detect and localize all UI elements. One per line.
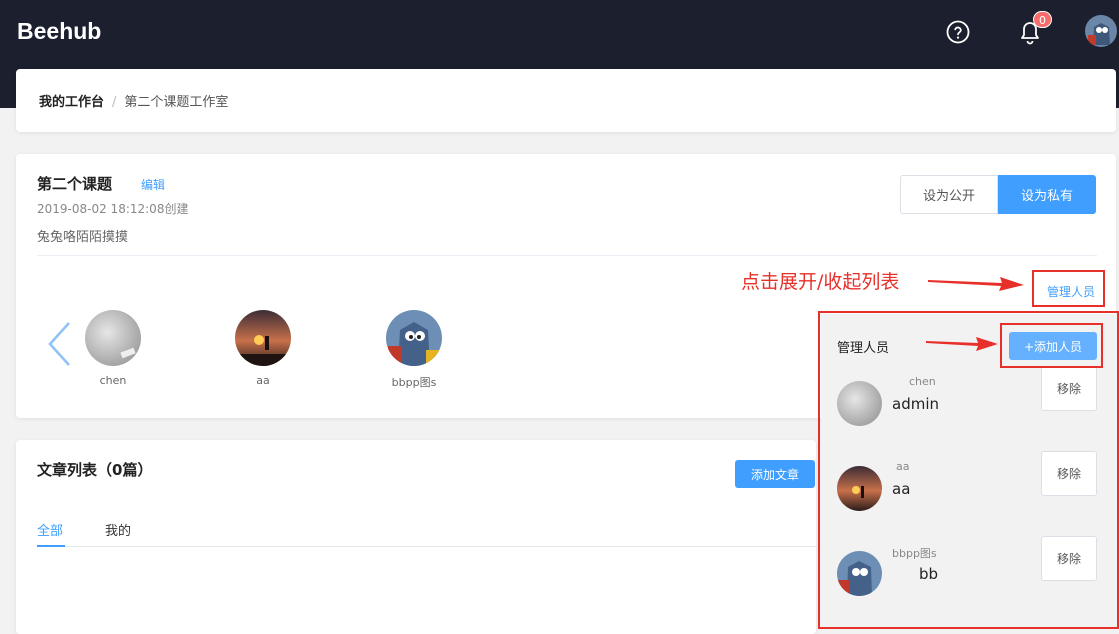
visibility-toggle: 设为公开 设为私有 bbox=[900, 175, 1096, 214]
set-private-button[interactable]: 设为私有 bbox=[998, 175, 1096, 214]
breadcrumb-separator: / bbox=[112, 95, 117, 110]
breadcrumb-home[interactable]: 我的工作台 bbox=[39, 95, 104, 110]
annotation-expand-hint: 点击展开/收起列表 bbox=[741, 271, 900, 293]
chevron-left-icon[interactable] bbox=[46, 320, 72, 368]
member-name: aa bbox=[256, 374, 270, 387]
member-item[interactable]: bbpp图s bbox=[374, 310, 454, 390]
articles-card: 文章列表（0篇） 添加文章 全部 我的 bbox=[16, 440, 817, 634]
tabs-underline bbox=[37, 546, 817, 547]
edit-link[interactable]: 编辑 bbox=[141, 176, 165, 193]
tab-mine[interactable]: 我的 bbox=[105, 520, 131, 539]
divider bbox=[37, 255, 1097, 256]
member-item[interactable]: chen bbox=[73, 310, 153, 387]
app-logo[interactable]: Beehub bbox=[17, 18, 101, 45]
breadcrumb-current: 第二个课题工作室 bbox=[124, 95, 229, 110]
breadcrumb-card: 我的工作台 / 第二个课题工作室 bbox=[16, 69, 1116, 132]
project-title: 第二个课题 bbox=[37, 175, 113, 193]
notification-badge: 0 bbox=[1033, 11, 1052, 28]
set-public-button[interactable]: 设为公开 bbox=[900, 175, 998, 214]
articles-title: 文章列表（0篇） bbox=[37, 461, 153, 479]
member-name: chen bbox=[99, 374, 127, 387]
annotation-arrow-icon bbox=[926, 337, 998, 351]
member-avatar bbox=[235, 310, 291, 366]
member-item[interactable]: aa bbox=[223, 310, 303, 387]
add-article-button[interactable]: 添加文章 bbox=[735, 460, 815, 488]
member-name: bbpp图s bbox=[391, 376, 437, 389]
breadcrumb: 我的工作台 / 第二个课题工作室 bbox=[39, 91, 228, 110]
project-description: 兔兔咯陌陌摸摸 bbox=[37, 230, 129, 245]
annotation-arrow-icon bbox=[928, 277, 1024, 291]
tab-all[interactable]: 全部 bbox=[37, 520, 63, 539]
member-avatar bbox=[85, 310, 141, 366]
annotation-add-box bbox=[1000, 323, 1103, 368]
manage-members-link[interactable]: 管理人员 bbox=[1047, 283, 1095, 300]
member-avatar bbox=[386, 310, 442, 366]
user-avatar[interactable] bbox=[1085, 15, 1117, 47]
project-created-date: 2019-08-02 18:12:08创建 bbox=[37, 202, 189, 216]
help-icon[interactable] bbox=[946, 20, 970, 44]
tab-active-indicator bbox=[37, 545, 65, 547]
